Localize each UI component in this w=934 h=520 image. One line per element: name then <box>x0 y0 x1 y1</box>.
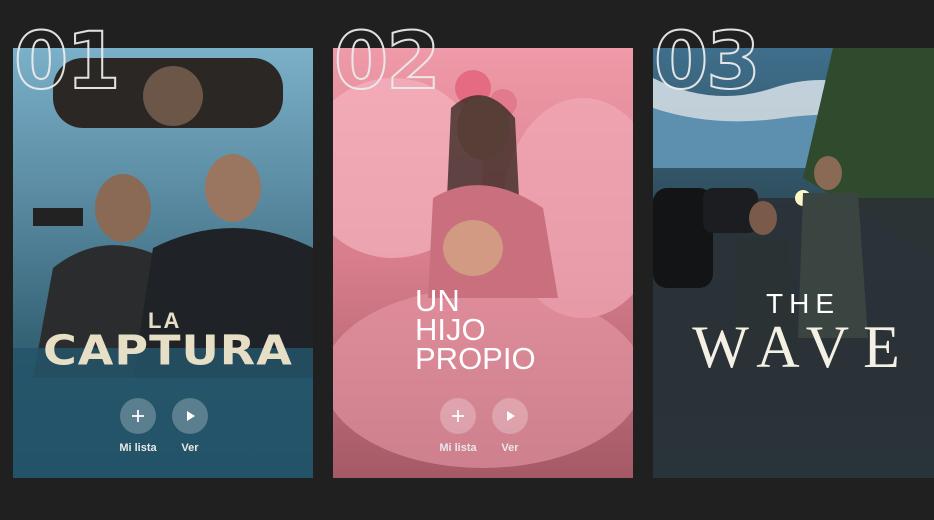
play-button[interactable] <box>172 398 208 434</box>
poster-title: UN HIJO PROPIO <box>415 283 575 376</box>
watch-action[interactable]: Ver <box>485 398 535 454</box>
my-list-action[interactable]: Mi lista <box>433 398 483 454</box>
add-to-list-button[interactable] <box>440 398 476 434</box>
title-card-un-hijo-propio[interactable]: UN HIJO PROPIO Mi lista Ver <box>333 48 633 478</box>
rank-number-1: 01 <box>13 17 122 107</box>
plus-icon <box>132 410 144 422</box>
card-actions: Mi lista Ver <box>13 398 313 458</box>
my-list-label: Mi lista <box>119 442 157 454</box>
poster-title-line-2: CAPTURA <box>43 325 293 375</box>
poster-title-line-1: UN <box>415 283 460 318</box>
watch-action[interactable]: Ver <box>165 398 215 454</box>
rank-number-3: 03 <box>653 17 762 107</box>
card-actions: Mi lista Ver <box>333 398 633 458</box>
poster-title-line-3: PROPIO <box>415 341 536 376</box>
title-card-la-captura[interactable]: LA CAPTURA Mi lista Ver <box>13 48 313 478</box>
play-icon <box>507 411 515 421</box>
play-button[interactable] <box>492 398 528 434</box>
watch-label: Ver <box>501 442 519 454</box>
title-card-the-wave[interactable]: THE WAVE <box>653 48 934 478</box>
poster-title-line-2: WAVE <box>692 314 914 380</box>
my-list-label: Mi lista <box>439 442 477 454</box>
rank-number-2: 02 <box>333 17 442 107</box>
poster-image <box>653 48 934 478</box>
plus-icon <box>452 410 464 422</box>
add-to-list-button[interactable] <box>120 398 156 434</box>
poster-title-line-2: HIJO <box>415 312 486 347</box>
watch-label: Ver <box>181 442 199 454</box>
play-icon <box>187 411 195 421</box>
my-list-action[interactable]: Mi lista <box>113 398 163 454</box>
